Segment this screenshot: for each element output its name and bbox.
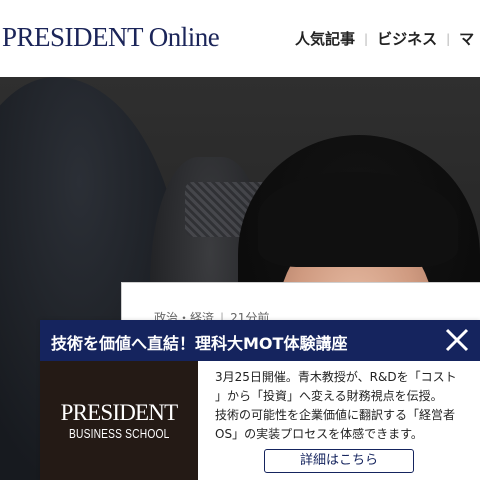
banner-line: 3月25日開催。青木教授が、R&Dを「コスト	[215, 370, 457, 384]
global-nav: 人気記事 | ビジネス | マ	[295, 28, 474, 49]
site-header: PRESIDENT Online 人気記事 | ビジネス | マ	[0, 0, 480, 77]
nav-divider: |	[446, 31, 451, 46]
subject-bangs	[258, 172, 458, 267]
nav-item-popular[interactable]: 人気記事	[295, 28, 355, 49]
banner-line: OS」の実装プロセスを体感できます。	[215, 427, 423, 441]
school-logo-name: PRESIDENT	[60, 399, 179, 425]
banner-line: 」から「投資」へ変える財務視点を伝授。	[215, 389, 443, 403]
banner-line: 技術の可能性を企業価値に翻訳する「経営者	[215, 408, 456, 422]
school-logo-subtitle: BUSINESS SCHOOL	[68, 426, 170, 441]
details-button[interactable]: 詳細はこちら	[264, 449, 414, 473]
nav-item-truncated[interactable]: マ	[459, 28, 474, 49]
banner-header: 技術を価値へ直結！理科大MOT体験講座	[40, 320, 480, 361]
nav-item-business[interactable]: ビジネス	[377, 28, 437, 49]
banner-description: 3月25日開催。青木教授が、R&Dを「コスト 」から「投資」へ変える財務視点を伝…	[215, 368, 475, 444]
site-logo[interactable]: PRESIDENT Online	[2, 22, 220, 53]
promo-banner[interactable]: 技術を価値へ直結！理科大MOT体験講座 PRESIDENT BUSINESS S…	[40, 320, 480, 480]
nav-divider: |	[364, 31, 369, 46]
close-icon[interactable]	[442, 325, 472, 355]
banner-title[interactable]: 技術を価値へ直結！理科大MOT体験講座	[51, 330, 347, 354]
close-icon-glyph	[445, 328, 469, 352]
school-logo[interactable]: PRESIDENT BUSINESS SCHOOL	[40, 361, 198, 480]
